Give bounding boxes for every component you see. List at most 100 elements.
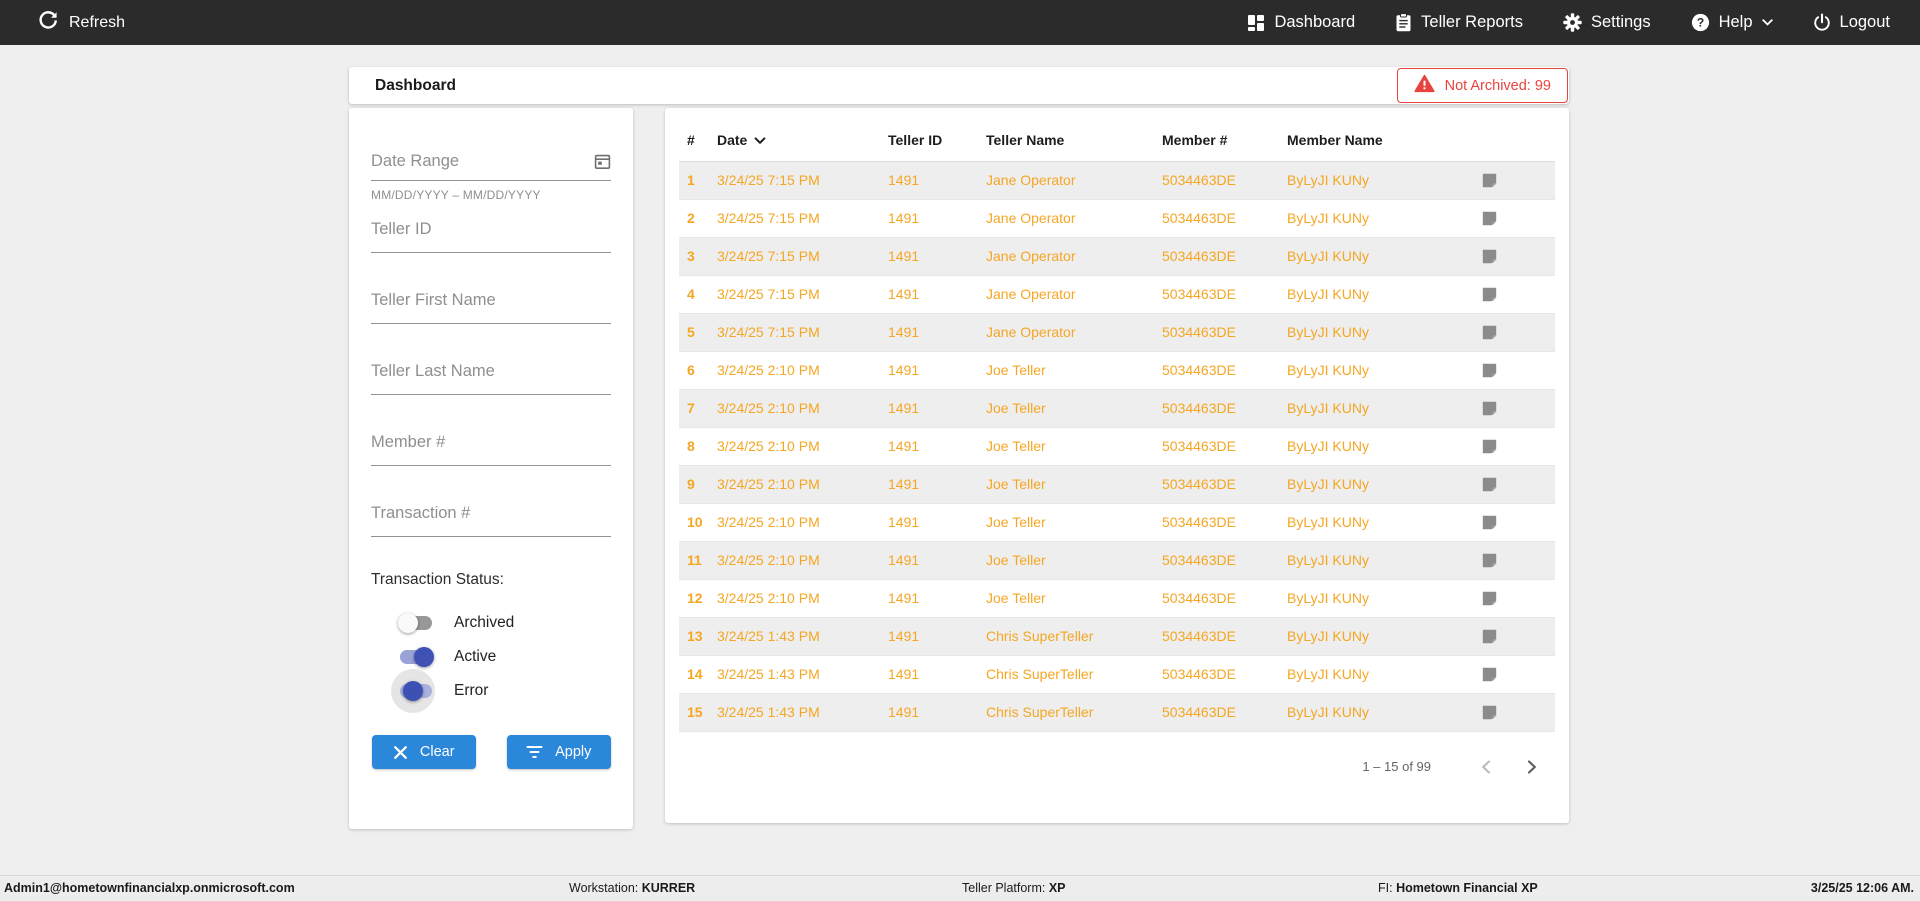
table-row[interactable]: 3 3/24/25 7:15 PM 1491 Jane Operator 503… xyxy=(679,237,1555,275)
table-row[interactable]: 12 3/24/25 2:10 PM 1491 Joe Teller 50344… xyxy=(679,579,1555,617)
teller-id-input[interactable] xyxy=(371,218,611,253)
note-icon[interactable] xyxy=(1481,628,1555,645)
note-icon[interactable] xyxy=(1481,248,1555,265)
teller-last-name-field-block xyxy=(371,360,611,395)
archived-toggle-row: Archived xyxy=(398,613,611,633)
note-icon[interactable] xyxy=(1481,514,1555,531)
teller-last-name-input[interactable] xyxy=(371,360,611,395)
table-row[interactable]: 13 3/24/25 1:43 PM 1491 Chris SuperTelle… xyxy=(679,617,1555,655)
nav-dashboard[interactable]: Dashboard xyxy=(1247,13,1355,32)
next-page-button[interactable] xyxy=(1523,759,1539,775)
note-icon[interactable] xyxy=(1481,400,1555,417)
error-toggle[interactable] xyxy=(391,669,435,713)
nav-logout[interactable]: Logout xyxy=(1813,13,1890,32)
error-toggle-label: Error xyxy=(454,682,489,699)
clear-button[interactable]: Clear xyxy=(372,735,476,769)
filter-icon xyxy=(526,746,543,758)
note-icon[interactable] xyxy=(1481,286,1555,303)
table-row[interactable]: 15 3/24/25 1:43 PM 1491 Chris SuperTelle… xyxy=(679,693,1555,731)
note-icon[interactable] xyxy=(1481,362,1555,379)
transaction-number-field-block xyxy=(371,502,611,537)
archived-toggle[interactable] xyxy=(398,613,434,633)
note-icon[interactable] xyxy=(1481,552,1555,569)
note-icon[interactable] xyxy=(1481,438,1555,455)
table-row[interactable]: 9 3/24/25 2:10 PM 1491 Joe Teller 503446… xyxy=(679,465,1555,503)
note-icon[interactable] xyxy=(1481,590,1555,607)
table-row[interactable]: 14 3/24/25 1:43 PM 1491 Chris SuperTelle… xyxy=(679,655,1555,693)
page-title: Dashboard xyxy=(375,77,456,94)
previous-page-button[interactable] xyxy=(1479,759,1495,775)
pagination-range-label: 1 – 15 of 99 xyxy=(1362,759,1431,774)
col-header-num[interactable]: # xyxy=(679,120,717,162)
col-header-teller-id[interactable]: Teller ID xyxy=(888,120,986,162)
nav-settings-label: Settings xyxy=(1590,13,1651,31)
status-bar: Admin1@hometownfinancialxp.onmicrosoft.c… xyxy=(0,875,1920,901)
teller-platform-info: Teller Platform: XP xyxy=(962,881,1066,895)
table-row[interactable]: 6 3/24/25 2:10 PM 1491 Joe Teller 503446… xyxy=(679,351,1555,389)
table-row[interactable]: 7 3/24/25 2:10 PM 1491 Joe Teller 503446… xyxy=(679,389,1555,427)
nav-teller-reports[interactable]: Teller Reports xyxy=(1395,13,1523,32)
top-bar: Refresh Dashboard Teller Reports Setting… xyxy=(0,0,1920,45)
refresh-icon xyxy=(38,10,58,35)
refresh-button[interactable]: Refresh xyxy=(38,10,125,35)
col-header-date[interactable]: Date xyxy=(717,120,888,162)
status-bar-datetime: 3/25/25 12:06 AM. xyxy=(1810,881,1914,895)
table-row[interactable]: 11 3/24/25 2:10 PM 1491 Joe Teller 50344… xyxy=(679,541,1555,579)
table-row[interactable]: 2 3/24/25 7:15 PM 1491 Jane Operator 503… xyxy=(679,199,1555,237)
dashboard-icon xyxy=(1247,14,1265,32)
note-icon[interactable] xyxy=(1481,704,1555,721)
col-header-member-num[interactable]: Member # xyxy=(1162,120,1287,162)
chevron-right-icon xyxy=(1527,759,1536,774)
table-row[interactable]: 5 3/24/25 7:15 PM 1491 Jane Operator 503… xyxy=(679,313,1555,351)
nav-help[interactable]: ? Help xyxy=(1691,13,1773,32)
teller-first-name-input[interactable] xyxy=(371,289,611,324)
transaction-status-label: Transaction Status: xyxy=(371,571,504,588)
date-range-hint: MM/DD/YYYY – MM/DD/YYYY xyxy=(371,188,541,202)
nav-logout-label: Logout xyxy=(1839,13,1890,31)
table-row[interactable]: 8 3/24/25 2:10 PM 1491 Joe Teller 503446… xyxy=(679,427,1555,465)
help-icon: ? xyxy=(1691,13,1710,32)
active-toggle-label: Active xyxy=(454,648,497,665)
logged-in-user: Admin1@hometownfinancialxp.onmicrosoft.c… xyxy=(4,881,295,895)
col-header-actions xyxy=(1459,120,1555,162)
col-header-teller-name[interactable]: Teller Name xyxy=(986,120,1162,162)
nav-help-label: Help xyxy=(1718,13,1753,31)
note-icon[interactable] xyxy=(1481,324,1555,341)
transactions-table: # Date Teller ID Teller Name Member # Me… xyxy=(679,120,1555,732)
table-row[interactable]: 1 3/24/25 7:15 PM 1491 Jane Operator 503… xyxy=(679,161,1555,199)
note-icon[interactable] xyxy=(1481,476,1555,493)
clipboard-icon xyxy=(1395,13,1412,32)
note-icon[interactable] xyxy=(1481,210,1555,227)
clear-x-icon xyxy=(394,745,407,759)
note-icon[interactable] xyxy=(1481,172,1555,189)
not-archived-label: Not Archived: 99 xyxy=(1444,77,1551,94)
chevron-left-icon xyxy=(1482,759,1491,774)
filter-panel: MM/DD/YYYY – MM/DD/YYYY Transaction Stat… xyxy=(349,108,633,829)
top-nav: Dashboard Teller Reports Settings ? Help xyxy=(1247,13,1890,32)
not-archived-badge[interactable]: Not Archived: 99 xyxy=(1396,68,1568,103)
refresh-label: Refresh xyxy=(69,13,126,31)
note-icon[interactable] xyxy=(1481,666,1555,683)
table-row[interactable]: 4 3/24/25 7:15 PM 1491 Jane Operator 503… xyxy=(679,275,1555,313)
active-toggle[interactable] xyxy=(398,647,434,667)
date-range-input[interactable] xyxy=(371,152,594,171)
calendar-button[interactable] xyxy=(594,153,611,170)
table-row[interactable]: 10 3/24/25 2:10 PM 1491 Joe Teller 50344… xyxy=(679,503,1555,541)
calendar-icon xyxy=(594,154,611,170)
pagination: 1 – 15 of 99 xyxy=(679,759,1539,775)
nav-settings[interactable]: Settings xyxy=(1563,13,1651,32)
teller-id-field-block xyxy=(371,218,611,253)
transaction-status-toggles: Archived Active Error xyxy=(391,613,611,713)
filter-buttons: Clear Apply xyxy=(371,735,611,769)
date-range-field-block: MM/DD/YYYY – MM/DD/YYYY xyxy=(371,152,611,202)
teller-first-name-field-block xyxy=(371,289,611,324)
transaction-number-input[interactable] xyxy=(371,502,611,537)
sort-desc-icon xyxy=(754,132,766,148)
col-header-member-name[interactable]: Member Name xyxy=(1287,120,1459,162)
member-number-input[interactable] xyxy=(371,431,611,466)
apply-button[interactable]: Apply xyxy=(506,735,611,769)
table-header-row: # Date Teller ID Teller Name Member # Me… xyxy=(679,120,1555,162)
power-icon xyxy=(1813,13,1831,32)
warning-icon xyxy=(1413,74,1435,97)
workstation-info: Workstation: KURRER xyxy=(569,881,696,895)
